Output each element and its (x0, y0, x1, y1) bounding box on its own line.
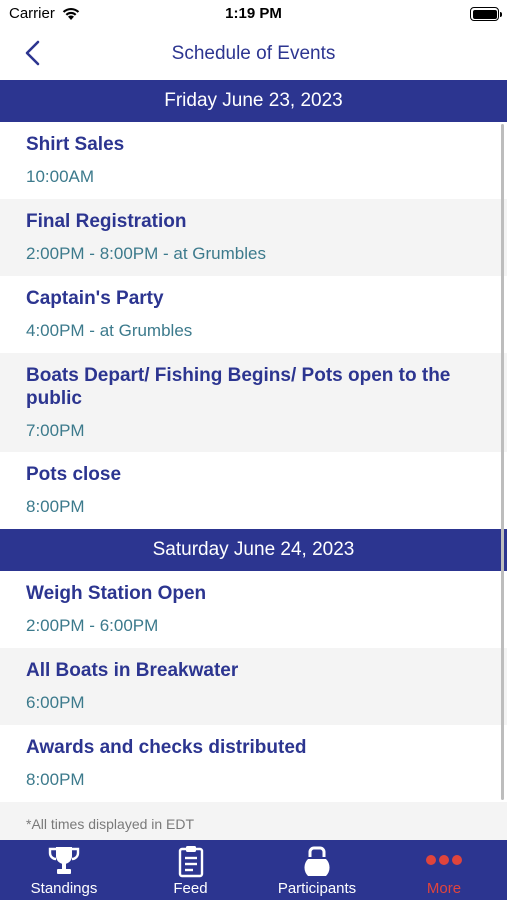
event-time: 8:00PM (26, 497, 85, 516)
tab-label: Standings (30, 880, 98, 897)
page-title: Schedule of Events (171, 43, 336, 64)
event-time: 7:00PM (26, 421, 85, 440)
event-time: 4:00PM - at Grumbles (26, 321, 193, 340)
battery-icon (470, 7, 499, 21)
status-time: 1:19 PM (225, 5, 282, 22)
event-row[interactable]: Captain's Party 4:00PM - at Grumbles (0, 276, 507, 353)
event-time: 6:00PM (26, 693, 85, 712)
more-dots-icon (426, 855, 462, 865)
trophy-icon (48, 847, 80, 874)
event-title: Awards and checks distributed (26, 737, 307, 758)
event-row[interactable]: Weigh Station Open 2:00PM - 6:00PM (0, 571, 507, 648)
event-title: Weigh Station Open (26, 583, 207, 604)
event-time: 2:00PM - 6:00PM (26, 616, 159, 635)
tab-standings[interactable]: Standings (0, 840, 128, 900)
event-title: Captain's Party (26, 288, 164, 309)
day-header: Friday June 23, 2023 (0, 80, 507, 122)
event-title: Shirt Sales (26, 134, 125, 155)
event-row[interactable]: Awards and checks distributed 8:00PM (0, 725, 507, 802)
status-bar: Carrier 1:19 PM (0, 0, 507, 28)
tab-more[interactable]: More (381, 840, 507, 900)
tab-bar: Standings Feed Participants More (0, 840, 507, 900)
scrollbar[interactable] (501, 124, 504, 800)
event-row[interactable]: Shirt Sales 10:00AM (0, 122, 507, 199)
event-row[interactable]: Boats Depart/ Fishing Begins/ Pots open … (0, 353, 507, 452)
kettlebell-icon (304, 846, 330, 876)
day-header: Saturday June 24, 2023 (0, 529, 507, 571)
event-title: All Boats in Breakwater (26, 660, 239, 681)
tab-label: Feed (173, 880, 208, 897)
event-time: 10:00AM (26, 167, 95, 186)
event-row[interactable]: Pots close 8:00PM (0, 452, 507, 529)
event-time: 8:00PM (26, 770, 85, 789)
tab-participants[interactable]: Participants (253, 840, 381, 900)
clipboard-icon (178, 846, 203, 878)
tab-label: Participants (277, 880, 357, 897)
event-title: Final Registration (26, 211, 187, 232)
event-row[interactable]: All Boats in Breakwater 6:00PM (0, 648, 507, 725)
event-time: 2:00PM - 8:00PM - at Grumbles (26, 244, 266, 263)
nav-bar: Schedule of Events (0, 28, 507, 80)
event-title: Pots close (26, 464, 122, 485)
tab-feed[interactable]: Feed (128, 840, 253, 900)
event-title: Boats Depart/ Fishing Begins/ Pots open … (26, 365, 451, 409)
tab-label: More (426, 880, 462, 897)
schedule-list[interactable]: Friday June 23, 2023 Shirt Sales 10:00AM… (0, 80, 507, 841)
timezone-footnote: *All times displayed in EDT (0, 802, 507, 841)
event-row[interactable]: Final Registration 2:00PM - 8:00PM - at … (0, 199, 507, 276)
